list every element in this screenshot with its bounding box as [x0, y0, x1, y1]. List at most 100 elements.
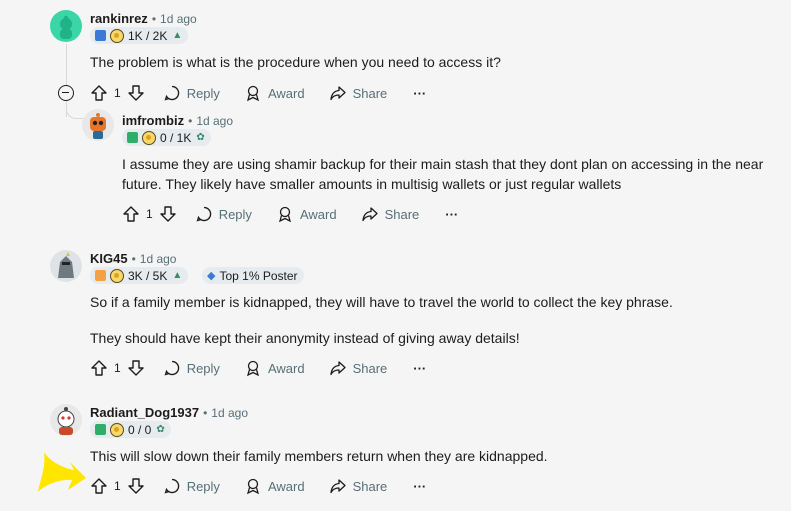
user-flair: 1K / 2K ▲ [90, 27, 189, 44]
avatar[interactable] [50, 404, 82, 436]
top-poster-badge: ◆ Top 1% Poster [202, 267, 304, 284]
reply-label: Reply [218, 206, 252, 222]
comment-body: The problem is what is the procedure whe… [90, 54, 501, 70]
vote-count: 1 [114, 86, 121, 100]
comment-body: I assume they are using shamir backup fo… [122, 156, 764, 172]
reply-label: Reply [186, 85, 220, 101]
username[interactable]: KIG45 [90, 251, 128, 266]
user-flair: 0 / 1K ✿ [122, 129, 211, 146]
downvote-icon [127, 360, 144, 376]
comment-actions: 1 Reply Award Share ··· [90, 358, 426, 378]
reply-button[interactable]: Reply [163, 477, 220, 495]
blue-square-icon [95, 30, 106, 41]
share-button[interactable]: Share [329, 359, 388, 377]
badge-text: Top 1% Poster [219, 268, 298, 283]
share-icon [329, 479, 346, 494]
green-square-icon [127, 132, 138, 143]
separator-dot: • [203, 406, 208, 420]
sprout-icon: ✿ [196, 132, 205, 143]
downvote-icon [127, 478, 144, 494]
comment-body: future. They likely have smaller amounts… [122, 176, 622, 192]
upvote-button[interactable] [90, 477, 108, 495]
user-flair: 0 / 0 ✿ [90, 421, 171, 438]
vote-count: 1 [114, 361, 121, 375]
flair-text: 0 / 0 [128, 422, 152, 437]
highlight-arrow-icon [38, 452, 86, 492]
reply-button[interactable]: Reply [163, 84, 220, 102]
coin-icon [110, 268, 124, 283]
award-label: Award [299, 206, 337, 222]
collapse-thread-button[interactable] [58, 85, 74, 101]
downvote-button[interactable] [127, 359, 145, 377]
upvote-icon [91, 360, 107, 376]
avatar[interactable] [50, 10, 82, 42]
upvote-button[interactable] [90, 359, 108, 377]
downvote-button[interactable] [159, 205, 177, 223]
sprout-icon: ✿ [156, 424, 165, 435]
reply-button[interactable]: Reply [195, 205, 252, 223]
vote-count: 1 [114, 479, 121, 493]
robot-avatar-icon [90, 113, 106, 139]
reply-icon [164, 360, 179, 376]
avatar[interactable] [82, 109, 114, 141]
downvote-button[interactable] [127, 84, 145, 102]
award-icon [246, 85, 259, 102]
reply-button[interactable]: Reply [163, 359, 220, 377]
award-button[interactable]: Award [244, 84, 305, 102]
award-button[interactable]: Award [244, 477, 305, 495]
comment-body: They should have kept their anonymity in… [90, 330, 520, 346]
hill-icon: ▲ [172, 270, 183, 281]
reply-label: Reply [186, 478, 220, 494]
award-label: Award [267, 85, 305, 101]
more-options-button[interactable]: ··· [445, 207, 458, 222]
award-icon [246, 360, 259, 377]
share-button[interactable]: Share [361, 205, 419, 223]
downvote-icon [159, 206, 176, 222]
downvote-button[interactable] [127, 477, 145, 495]
downvote-icon [127, 85, 144, 101]
share-label: Share [352, 85, 388, 101]
hill-icon: ▲ [172, 30, 183, 41]
upvote-button[interactable] [90, 84, 108, 102]
green-square-icon [95, 424, 106, 435]
more-options-button[interactable]: ··· [413, 479, 426, 494]
separator-dot: • [188, 114, 193, 128]
timestamp[interactable]: 1d ago [160, 12, 197, 26]
share-button[interactable]: Share [329, 84, 388, 102]
coin-icon [110, 28, 124, 43]
snoo-avatar-icon [57, 407, 75, 435]
timestamp[interactable]: 1d ago [196, 114, 233, 128]
username[interactable]: imfrombiz [122, 113, 184, 128]
comment-body: This will slow down their family members… [90, 448, 548, 464]
timestamp[interactable]: 1d ago [211, 406, 248, 420]
coin-icon [142, 130, 156, 145]
snoo-avatar-icon [60, 15, 72, 39]
coin-icon [110, 422, 124, 437]
award-button[interactable]: Award [244, 359, 305, 377]
upvote-icon [91, 478, 107, 494]
award-label: Award [267, 360, 305, 376]
share-button[interactable]: Share [329, 477, 387, 495]
more-options-button[interactable]: ··· [413, 361, 426, 376]
thread-line[interactable] [66, 44, 67, 86]
award-icon [278, 206, 291, 223]
reply-label: Reply [186, 360, 220, 376]
comment-body: So if a family member is kidnapped, they… [90, 294, 673, 310]
username[interactable]: Radiant_Dog1937 [90, 405, 199, 420]
share-icon [361, 207, 378, 222]
upvote-button[interactable] [122, 205, 140, 223]
username[interactable]: rankinrez [90, 11, 148, 26]
comment-actions: 1 Reply Award Share ··· [122, 204, 458, 224]
upvote-icon [91, 85, 107, 101]
avatar[interactable] [50, 250, 82, 282]
knight-avatar-icon [58, 252, 74, 278]
badge-icon: ◆ [207, 270, 216, 282]
timestamp[interactable]: 1d ago [140, 252, 177, 266]
orange-square-icon [95, 270, 106, 281]
award-button[interactable]: Award [276, 205, 337, 223]
upvote-icon [123, 206, 139, 222]
more-options-button[interactable]: ··· [413, 86, 426, 101]
vote-count: 1 [146, 207, 153, 221]
share-icon [329, 86, 346, 101]
share-label: Share [352, 360, 388, 376]
